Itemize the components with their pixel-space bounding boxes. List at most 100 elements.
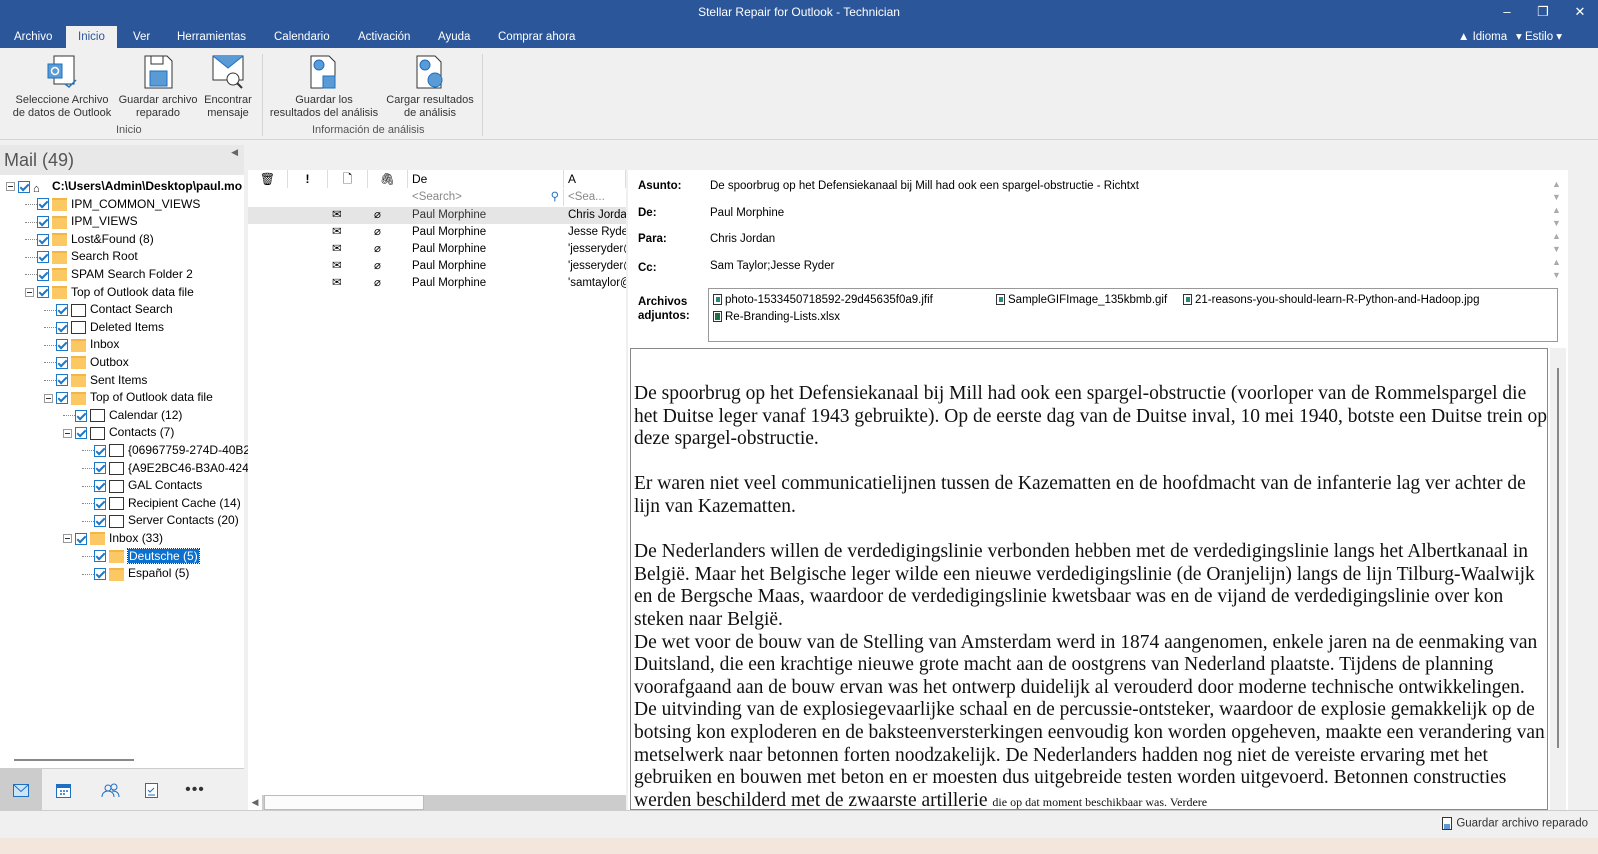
select-outlook-file-button[interactable]: Seleccione Archivo de datos de Outlook (8, 54, 116, 120)
folder-checkbox[interactable] (37, 216, 49, 229)
header-scroll-arrows[interactable]: ▲ ▼ ▲ ▼ ▲ ▼ ▲ ▼ (1552, 178, 1561, 282)
collapse-toggle[interactable] (63, 534, 72, 544)
folder-checkbox[interactable] (37, 268, 49, 281)
scroll-thumb[interactable] (264, 795, 424, 810)
restore-button[interactable]: ❐ (1528, 0, 1558, 24)
tree-item[interactable]: Server Contacts (20) (82, 512, 239, 529)
tree-item[interactable]: {06967759-274D-40B2 (82, 442, 250, 459)
collapse-toggle[interactable] (63, 428, 72, 438)
tree-item[interactable]: Contacts (7) (63, 424, 174, 441)
tree-item[interactable]: Español (5) (82, 565, 189, 582)
tree-item[interactable]: GAL Contacts (82, 477, 202, 494)
folder-checkbox[interactable] (37, 251, 49, 264)
folder-checkbox[interactable] (37, 198, 49, 211)
from-search-input[interactable]: <Search> ⚲ (408, 189, 564, 206)
folder-checkbox[interactable] (18, 180, 30, 193)
table-row[interactable]: ✉⌀Paul Morphine'jesseryder@ (248, 258, 626, 275)
style-menu[interactable]: ▾ Estilo ▾ (1504, 26, 1574, 48)
importance-column-header[interactable]: ! (288, 170, 328, 188)
table-row[interactable]: ✉⌀Paul Morphine'jesseryder@ (248, 241, 626, 258)
folder-checkbox[interactable] (37, 286, 49, 299)
tree-item[interactable]: Sent Items (44, 372, 147, 389)
scroll-thumb[interactable] (1557, 368, 1559, 748)
tree-item[interactable]: Inbox (44, 336, 119, 353)
tree-item[interactable]: Outbox (44, 354, 129, 371)
load-analysis-button[interactable]: Cargar resultados de análisis (384, 54, 476, 120)
folder-checkbox[interactable] (94, 550, 106, 563)
folder-icon (52, 250, 67, 264)
horizontal-scrollbar[interactable] (14, 759, 134, 761)
calendar-nav-button[interactable] (42, 769, 84, 811)
type-column-header[interactable]: 🗋 (328, 170, 368, 188)
tree-item[interactable]: Calendar (12) (63, 407, 182, 424)
folder-checkbox[interactable] (75, 532, 87, 545)
attachment-item[interactable]: Re-Branding-Lists.xlsx (713, 311, 840, 323)
tree-item[interactable]: {A9E2BC46-B3A0-424 (82, 460, 249, 477)
save-repaired-file-button[interactable]: Guardar archivo reparado (116, 54, 200, 120)
folder-checkbox[interactable] (56, 339, 68, 352)
tree-item[interactable]: Deutsche (5) (82, 547, 200, 565)
save-analysis-button[interactable]: Guardar los resultados del análisis (266, 54, 382, 120)
attachment-item[interactable]: photo-1533450718592-29d45635f0a9.jfif (713, 294, 933, 306)
attachment-column-header[interactable]: 🖇 (368, 170, 408, 188)
tab-comprar-ahora[interactable]: Comprar ahora (486, 26, 587, 48)
scroll-left-button[interactable]: ◀ (248, 795, 262, 810)
tab-inicio[interactable]: Inicio (66, 26, 117, 48)
tree-item[interactable]: IPM_VIEWS (25, 213, 138, 230)
folder-checkbox[interactable] (56, 392, 68, 405)
tree-item[interactable]: Top of Outlook data file (25, 284, 194, 301)
tree-item[interactable]: Inbox (33) (63, 530, 163, 547)
folder-checkbox[interactable] (94, 444, 106, 457)
tree-item[interactable]: Contact Search (44, 301, 173, 318)
tree-item[interactable]: Recipient Cache (14) (82, 495, 241, 512)
folder-checkbox[interactable] (56, 321, 68, 334)
folder-checkbox[interactable] (94, 568, 106, 581)
tree-item[interactable]: Search Root (25, 248, 138, 265)
tab-ayuda[interactable]: Ayuda (426, 26, 482, 48)
contacts-nav-button[interactable] (90, 769, 132, 811)
find-message-button[interactable]: Encontrar mensaje (200, 54, 256, 120)
folder-checkbox[interactable] (75, 409, 87, 422)
tree-item[interactable]: Top of Outlook data file (44, 389, 213, 406)
tree-item[interactable]: Lost&Found (8) (25, 231, 154, 248)
tree-item[interactable]: ⌂ C:\Users\Admin\Desktop\paul.mo (6, 178, 242, 195)
tree-item[interactable]: Deleted Items (44, 319, 164, 336)
from-column-header[interactable]: De (408, 170, 564, 188)
table-row[interactable]: ✉⌀Paul MorphineChris Jordan (248, 207, 626, 224)
folder-checkbox[interactable] (56, 304, 68, 317)
collapse-toggle[interactable] (25, 287, 34, 297)
table-row[interactable]: ✉ ⌀ Paul Morphine Jesse Ryder (248, 224, 626, 241)
folder-checkbox[interactable] (56, 374, 68, 387)
status-save-button[interactable]: Guardar archivo reparado (1442, 817, 1588, 830)
folder-checkbox[interactable] (37, 233, 49, 246)
list-horizontal-scrollbar[interactable]: ◀ (248, 795, 626, 810)
tab-activacion[interactable]: Activación (346, 26, 422, 48)
attachment-item[interactable]: 21-reasons-you-should-learn-R-Python-and… (1183, 294, 1479, 306)
folder-checkbox[interactable] (56, 356, 68, 369)
delete-column-header[interactable]: 🗑 (248, 170, 288, 188)
folder-checkbox[interactable] (94, 480, 106, 493)
body-vertical-scrollbar[interactable] (1550, 348, 1566, 810)
tasks-nav-button[interactable] (130, 769, 172, 811)
tab-ver[interactable]: Ver (121, 26, 162, 48)
attachment-item[interactable]: SampleGIFImage_135kbmb.gif (996, 294, 1167, 306)
folder-checkbox[interactable] (94, 515, 106, 528)
tab-herramientas[interactable]: Herramientas (165, 26, 258, 48)
folder-checkbox[interactable] (94, 497, 106, 510)
collapse-pane-button[interactable]: ◀ (231, 147, 238, 158)
close-button[interactable]: ✕ (1565, 0, 1595, 24)
tab-archivo[interactable]: Archivo (2, 26, 64, 48)
tree-item[interactable]: SPAM Search Folder 2 (25, 266, 193, 283)
tree-item[interactable]: IPM_COMMON_VIEWS (25, 196, 200, 213)
to-column-header[interactable]: A (564, 170, 626, 188)
to-search-input[interactable]: <Sea... (564, 189, 626, 206)
more-nav-button[interactable]: ••• (174, 769, 216, 811)
folder-checkbox[interactable] (94, 462, 106, 475)
tab-calendario[interactable]: Calendario (262, 26, 342, 48)
collapse-toggle[interactable] (44, 393, 53, 403)
collapse-toggle[interactable] (6, 182, 15, 192)
minimize-button[interactable]: – (1492, 0, 1522, 24)
mail-nav-button[interactable] (0, 769, 42, 811)
folder-checkbox[interactable] (75, 427, 87, 440)
table-row[interactable]: ✉ ⌀ Paul Morphine'samtaylor@ (248, 275, 626, 292)
